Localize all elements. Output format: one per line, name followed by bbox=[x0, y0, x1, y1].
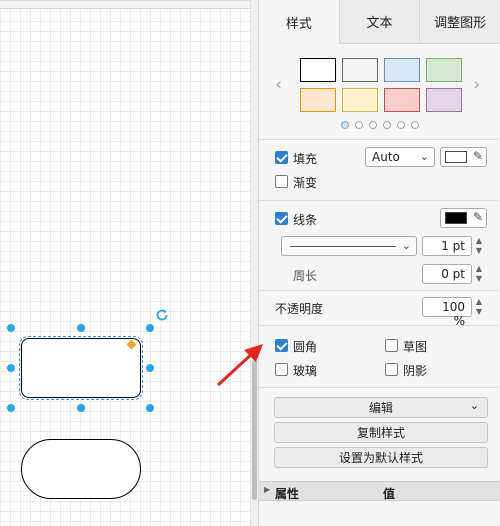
gradient-checkbox[interactable] bbox=[275, 175, 288, 188]
style-swatch[interactable] bbox=[342, 88, 378, 112]
divider bbox=[259, 200, 500, 201]
sketch-checkbox[interactable] bbox=[385, 339, 398, 352]
perimeter-input[interactable]: 0 pt bbox=[422, 264, 472, 284]
fill-label: 填充 bbox=[293, 152, 318, 166]
chevron-right-icon[interactable]: › bbox=[473, 74, 480, 95]
eyedropper-icon: ✎ bbox=[472, 210, 483, 224]
selection-outline bbox=[19, 336, 143, 400]
swatch-page-dots bbox=[341, 121, 419, 129]
tab-text[interactable]: 文本 bbox=[338, 0, 420, 44]
gradient-label: 渐变 bbox=[293, 176, 318, 190]
diagram-canvas[interactable] bbox=[0, 0, 250, 526]
style-swatch[interactable] bbox=[384, 58, 420, 82]
glass-label: 玻璃 bbox=[293, 364, 318, 378]
page-dot[interactable] bbox=[369, 121, 377, 129]
divider bbox=[259, 387, 500, 388]
annotation-arrow-icon bbox=[216, 344, 263, 387]
style-swatch[interactable] bbox=[300, 88, 336, 112]
panel-tabs: 样式 文本 调整图形 bbox=[259, 0, 500, 44]
stepper-down-icon[interactable]: ▼ bbox=[474, 307, 484, 317]
rounded-label: 圆角 bbox=[293, 340, 318, 354]
divider bbox=[259, 325, 500, 326]
chevron-down-icon: ⌄ bbox=[401, 239, 411, 252]
stepper-up-icon[interactable]: ▲ bbox=[474, 236, 484, 246]
page-dot[interactable] bbox=[411, 121, 419, 129]
perimeter-stepper[interactable]: ▲ ▼ bbox=[474, 264, 484, 284]
resize-handle-se[interactable] bbox=[146, 404, 154, 412]
copy-style-button[interactable]: 复制样式 bbox=[274, 422, 488, 443]
fill-mode-value: Auto bbox=[372, 150, 400, 164]
solid-line-preview bbox=[290, 246, 396, 247]
fill-color-swatch bbox=[445, 151, 467, 163]
eyedropper-icon: ✎ bbox=[472, 149, 483, 163]
style-swatch[interactable] bbox=[342, 58, 378, 82]
resize-handle-nw[interactable] bbox=[7, 324, 15, 332]
line-color-swatch bbox=[445, 212, 467, 224]
fill-checkbox[interactable] bbox=[275, 151, 288, 164]
stepper-up-icon[interactable]: ▲ bbox=[474, 264, 484, 274]
page-dot[interactable] bbox=[383, 121, 391, 129]
fill-mode-select[interactable]: Auto ⌄ bbox=[365, 147, 435, 167]
value-column-header: 值 bbox=[383, 487, 396, 501]
rounded-checkbox[interactable] bbox=[275, 339, 288, 352]
resize-handle-e[interactable] bbox=[146, 364, 154, 372]
line-width-input[interactable]: 1 pt bbox=[422, 236, 472, 256]
sketch-label: 草图 bbox=[403, 340, 428, 354]
opacity-label: 不透明度 bbox=[275, 302, 324, 316]
format-panel: 样式 文本 调整图形 ‹ › 填充 Auto ⌄ ✎ 渐变 线条 ✎ ⌄ 1 p… bbox=[258, 0, 500, 526]
triangle-right-icon[interactable]: ▶ bbox=[264, 485, 270, 494]
style-swatch[interactable] bbox=[426, 88, 462, 112]
opacity-stepper[interactable]: ▲ ▼ bbox=[474, 297, 484, 317]
perimeter-label: 周长 bbox=[293, 269, 318, 283]
line-checkbox[interactable] bbox=[275, 212, 288, 225]
page-dot[interactable] bbox=[341, 121, 349, 129]
chevron-down-icon: ⌄ bbox=[469, 399, 479, 412]
canvas-scrollbar[interactable] bbox=[250, 0, 258, 526]
set-default-style-button[interactable]: 设置为默认样式 bbox=[274, 447, 488, 468]
divider bbox=[259, 290, 500, 291]
stepper-down-icon[interactable]: ▼ bbox=[474, 274, 484, 284]
line-pattern-select[interactable]: ⌄ bbox=[281, 236, 417, 256]
tab-style[interactable]: 样式 bbox=[259, 0, 339, 44]
resize-handle-ne[interactable] bbox=[146, 324, 154, 332]
chevron-left-icon[interactable]: ‹ bbox=[275, 74, 282, 95]
resize-handle-n[interactable] bbox=[77, 324, 85, 332]
page-dot[interactable] bbox=[355, 121, 363, 129]
style-swatch[interactable] bbox=[384, 88, 420, 112]
resize-handle-sw[interactable] bbox=[7, 404, 15, 412]
chevron-down-icon: ⌄ bbox=[419, 150, 429, 163]
edit-dropdown-button[interactable]: 编辑 ⌄ bbox=[274, 397, 488, 418]
shadow-label: 阴影 bbox=[403, 364, 428, 378]
stadium-shape[interactable] bbox=[21, 439, 141, 499]
glass-checkbox[interactable] bbox=[275, 363, 288, 376]
property-column-header: 属性 bbox=[275, 487, 300, 501]
line-width-stepper[interactable]: ▲ ▼ bbox=[474, 236, 484, 256]
rotate-handle-icon[interactable] bbox=[154, 307, 170, 323]
page-dot[interactable] bbox=[397, 121, 405, 129]
fill-color-picker[interactable]: ✎ bbox=[440, 147, 487, 167]
style-swatch[interactable] bbox=[300, 58, 336, 82]
canvas-top-ruler bbox=[0, 1, 250, 9]
properties-table-header: ▶ 属性 值 bbox=[259, 481, 500, 501]
stepper-down-icon[interactable]: ▼ bbox=[474, 246, 484, 256]
resize-handle-s[interactable] bbox=[77, 404, 85, 412]
divider bbox=[259, 139, 500, 140]
style-swatch[interactable] bbox=[426, 58, 462, 82]
shadow-checkbox[interactable] bbox=[385, 363, 398, 376]
edit-label: 编辑 bbox=[368, 401, 393, 415]
line-label: 线条 bbox=[293, 213, 318, 227]
opacity-input[interactable]: 100 % bbox=[422, 297, 472, 328]
line-color-picker[interactable]: ✎ bbox=[440, 208, 487, 228]
resize-handle-w[interactable] bbox=[7, 364, 15, 372]
tab-arrange[interactable]: 调整图形 bbox=[419, 0, 500, 44]
stepper-up-icon[interactable]: ▲ bbox=[474, 297, 484, 307]
